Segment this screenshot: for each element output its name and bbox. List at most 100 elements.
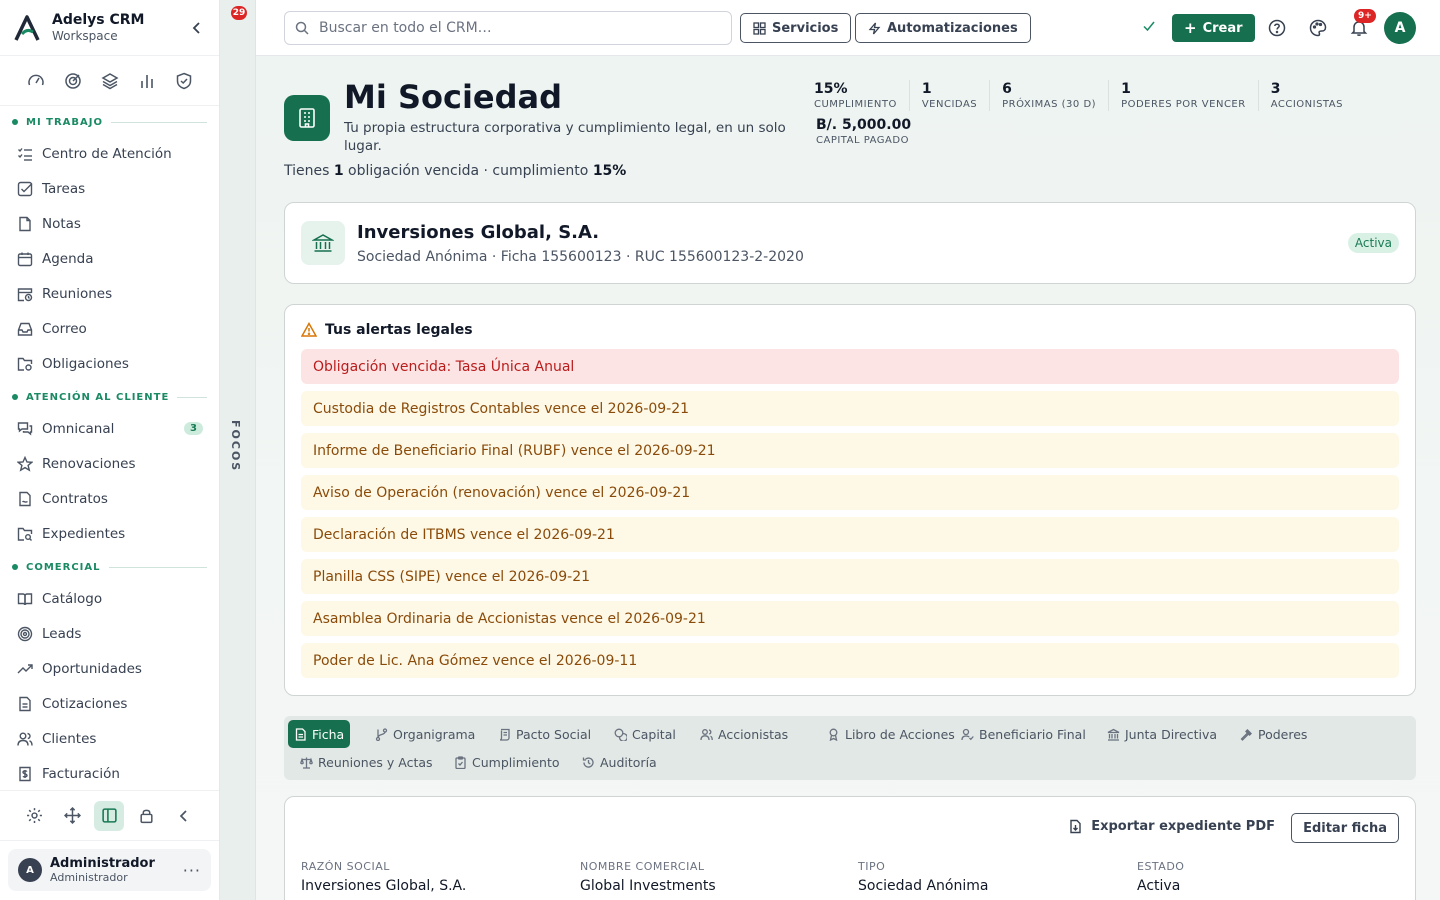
- tab-label: Organigrama: [393, 726, 476, 742]
- search-box[interactable]: [284, 11, 732, 45]
- tab-label: Pacto Social: [516, 726, 592, 742]
- user-name: Administrador: [50, 855, 155, 871]
- tab-auditoria[interactable]: Auditoría: [576, 748, 663, 776]
- sidebar-item-leads[interactable]: Leads: [0, 616, 219, 651]
- tab-accionistas[interactable]: Accionistas: [694, 720, 794, 748]
- target-icon: [16, 625, 34, 643]
- file-icon: [16, 215, 34, 233]
- sidebar-item-agenda[interactable]: Agenda: [0, 241, 219, 276]
- award-icon: [827, 728, 840, 741]
- palette-icon[interactable]: [1307, 17, 1329, 39]
- sidebar-item-expedientes[interactable]: Expedientes: [0, 516, 219, 551]
- tab-libro-acciones[interactable]: Libro de Acciones: [821, 720, 961, 748]
- tab-cumplimiento[interactable]: Cumplimiento: [448, 748, 566, 776]
- chevron-left-icon[interactable]: [169, 801, 199, 831]
- alert-item[interactable]: Obligación vencida: Tasa Única Anual: [301, 349, 1399, 384]
- alert-item[interactable]: Declaración de ITBMS vence el 2026-09-21: [301, 517, 1399, 552]
- section-comercial: COMERCIAL: [0, 559, 219, 575]
- tab-label: Cumplimiento: [472, 754, 560, 770]
- tab-pacto-social[interactable]: Pacto Social: [492, 720, 597, 748]
- edit-ficha-button[interactable]: Editar ficha: [1291, 813, 1399, 843]
- check-icon: [1142, 18, 1156, 37]
- sidebar-item-label: Oportunidades: [42, 660, 142, 677]
- automations-button[interactable]: Automatizaciones: [855, 13, 1031, 43]
- topbar: Servicios Automatizaciones + Crear 9+ A: [256, 0, 1440, 56]
- stat-value: 3: [1270, 81, 1281, 97]
- ficha-card: Exportar expediente PDF Editar ficha RAZ…: [284, 796, 1416, 900]
- building-icon: [284, 95, 330, 141]
- sidebar-item-renovaciones[interactable]: Renovaciones: [0, 446, 219, 481]
- users-icon: [16, 730, 34, 748]
- search-input[interactable]: [319, 20, 721, 36]
- alert-item[interactable]: Planilla CSS (SIPE) vence el 2026-09-21: [301, 559, 1399, 594]
- lock-icon[interactable]: [132, 801, 162, 831]
- sidebar-footer: A Administrador Administrador ···: [0, 790, 219, 900]
- settings-gear-icon[interactable]: [20, 801, 50, 831]
- bank-icon: [301, 221, 345, 265]
- section-label: ATENCIÓN AL CLIENTE: [26, 391, 170, 403]
- calendar-icon: [16, 250, 34, 268]
- sidebar-item-catalogo[interactable]: Catálogo: [0, 581, 219, 616]
- alert-item[interactable]: Informe de Beneficiario Final (RUBF) ven…: [301, 433, 1399, 468]
- sidebar-item-facturacion[interactable]: Facturación: [0, 756, 219, 791]
- inbox-icon: [16, 320, 34, 338]
- move-arrows-icon[interactable]: [57, 801, 87, 831]
- alert-item[interactable]: Poder de Lic. Ana Gómez vence el 2026-09…: [301, 643, 1399, 678]
- gauge-icon[interactable]: [27, 72, 45, 90]
- tab-label: Accionistas: [718, 726, 789, 742]
- sidebar-item-contratos[interactable]: Contratos: [0, 481, 219, 516]
- export-pdf-button[interactable]: Exportar expediente PDF: [1068, 819, 1275, 834]
- alert-item[interactable]: Aviso de Operación (renovación) vence el…: [301, 475, 1399, 510]
- avatar[interactable]: A: [1384, 12, 1416, 44]
- shield-check-icon[interactable]: [175, 72, 193, 90]
- chevron-left-icon: [192, 21, 200, 34]
- sidebar-item-omnicanal[interactable]: Omnicanal 3: [0, 411, 219, 446]
- focus-panel-strip[interactable]: 29 FOCOS: [220, 0, 256, 900]
- calendar-clock-icon: [16, 285, 34, 303]
- tab-junta-directiva[interactable]: Junta Directiva: [1101, 720, 1223, 748]
- file-signature-icon: [16, 490, 34, 508]
- sidebar-item-cotizaciones[interactable]: Cotizaciones: [0, 686, 219, 721]
- services-label: Servicios: [772, 20, 839, 36]
- sidebar-item-oportunidades[interactable]: Oportunidades: [0, 651, 219, 686]
- book-icon: [16, 590, 34, 608]
- tab-label: Junta Directiva: [1125, 726, 1218, 742]
- services-button[interactable]: Servicios: [740, 13, 852, 43]
- alert-item[interactable]: Custodia de Registros Contables vence el…: [301, 391, 1399, 426]
- help-icon[interactable]: [1266, 17, 1288, 39]
- create-button[interactable]: + Crear: [1172, 14, 1255, 42]
- field-value: Global Investments: [580, 878, 716, 894]
- tab-organigrama[interactable]: Organigrama: [369, 720, 481, 748]
- panel-layout-icon[interactable]: [94, 800, 125, 831]
- radar-icon[interactable]: [64, 72, 82, 90]
- collapse-sidebar-button[interactable]: [187, 18, 207, 38]
- user-role: Administrador: [50, 870, 128, 884]
- list-check-icon: [16, 145, 34, 163]
- focus-count-badge: 29: [231, 6, 247, 20]
- tab-capital[interactable]: Capital: [608, 720, 682, 748]
- alert-item[interactable]: Asamblea Ordinaria de Accionistas vence …: [301, 601, 1399, 636]
- checkbox-icon: [16, 180, 34, 198]
- sidebar-item-notas[interactable]: Notas: [0, 206, 219, 241]
- tab-reuniones-actas[interactable]: Reuniones y Actas: [294, 748, 439, 776]
- field-tipo: TIPO Sociedad Anónima: [858, 860, 988, 894]
- file-text-icon: [294, 727, 307, 741]
- sidebar-item-clientes[interactable]: Clientes: [0, 721, 219, 756]
- user-card[interactable]: A Administrador Administrador ···: [8, 849, 211, 891]
- tab-beneficiario-final[interactable]: Beneficiario Final: [955, 720, 1092, 748]
- sidebar-item-tareas[interactable]: Tareas: [0, 171, 219, 206]
- receipt-icon: [16, 765, 34, 783]
- more-options-icon[interactable]: ···: [183, 861, 201, 880]
- bar-chart-icon[interactable]: [138, 72, 156, 90]
- file-download-icon: [1068, 819, 1083, 834]
- sidebar-item-reuniones[interactable]: Reuniones: [0, 276, 219, 311]
- tab-ficha[interactable]: Ficha: [288, 720, 351, 748]
- sidebar-item-label: Clientes: [42, 730, 97, 747]
- tab-poderes[interactable]: Poderes: [1234, 720, 1313, 748]
- sidebar-item-centro-atencion[interactable]: Centro de Atención: [0, 136, 219, 171]
- sidebar-item-correo[interactable]: Correo: [0, 311, 219, 346]
- layers-icon[interactable]: [100, 72, 119, 90]
- warning-triangle-icon: [301, 322, 317, 338]
- sidebar-item-obligaciones[interactable]: Obligaciones: [0, 346, 219, 381]
- section-atencion-cliente: ATENCIÓN AL CLIENTE: [0, 389, 219, 405]
